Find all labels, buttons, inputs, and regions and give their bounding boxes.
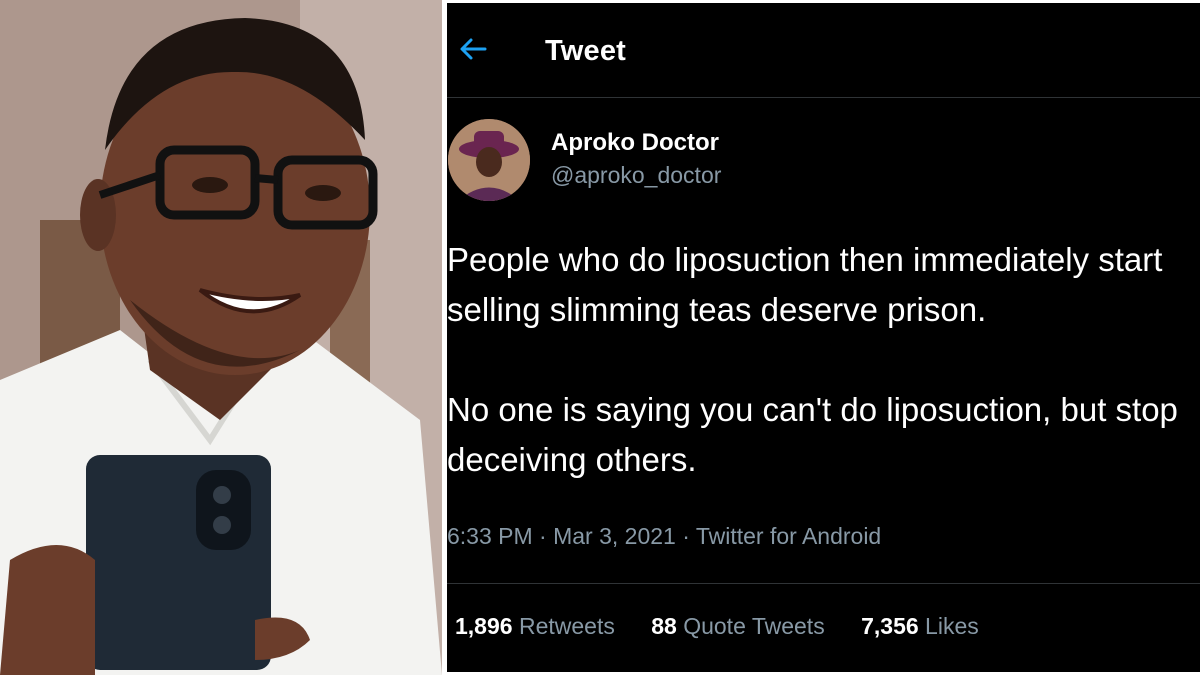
photo-illustration bbox=[0, 0, 442, 675]
retweets-label: Retweets bbox=[518, 613, 615, 639]
page-title: Tweet bbox=[545, 35, 627, 67]
tweet-timestamp[interactable]: 6:33 PM · Mar 3, 2021 · Twitter for Andr… bbox=[447, 523, 881, 550]
tweet-header: Tweet bbox=[447, 3, 1200, 98]
back-arrow-icon[interactable] bbox=[455, 31, 491, 67]
quote-tweets-label: Quote Tweets bbox=[683, 613, 825, 639]
likes-label: Likes bbox=[925, 613, 979, 639]
profile-photo bbox=[0, 0, 442, 675]
likes-count: 7,356 bbox=[861, 613, 919, 639]
likes-stat[interactable]: 7,356 Likes bbox=[861, 613, 979, 640]
avatar[interactable] bbox=[448, 119, 530, 201]
retweets-stat[interactable]: 1,896 Retweets bbox=[455, 613, 615, 640]
tweet-stats: 1,896 Retweets 88 Quote Tweets 7,356 Lik… bbox=[455, 613, 1009, 640]
quote-tweets-stat[interactable]: 88 Quote Tweets bbox=[651, 613, 824, 640]
divider bbox=[447, 583, 1200, 584]
tweet-text: People who do liposuction then immediate… bbox=[447, 241, 1178, 478]
retweets-count: 1,896 bbox=[455, 613, 513, 639]
author-display-name[interactable]: Aproko Doctor bbox=[551, 129, 719, 157]
author-handle[interactable]: @aproko_doctor bbox=[551, 162, 721, 189]
quote-tweets-count: 88 bbox=[651, 613, 677, 639]
tweet-panel: Tweet Aproko Doctor @aproko_doctor Peopl… bbox=[447, 3, 1200, 672]
